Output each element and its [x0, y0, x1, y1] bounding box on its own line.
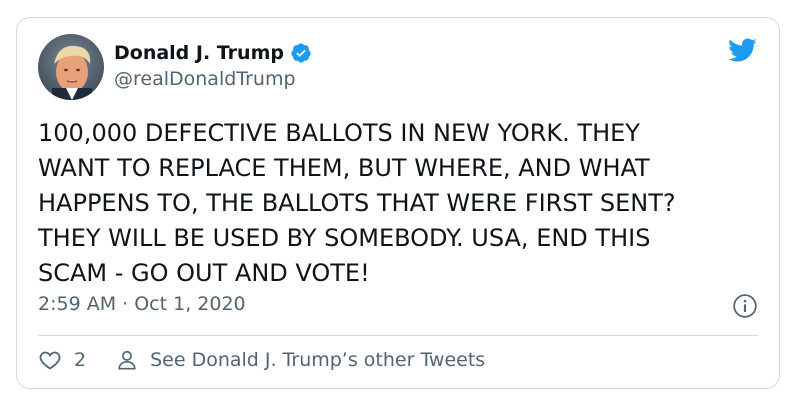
twitter-bird-icon[interactable] — [725, 35, 759, 65]
author-name-row[interactable]: Donald J. Trump — [114, 42, 312, 64]
author-display-name[interactable]: Donald J. Trump — [114, 42, 284, 64]
tweet-timestamp[interactable]: 2:59 AM · Oct 1, 2020 — [38, 293, 246, 315]
like-button[interactable]: 2 — [38, 348, 86, 372]
divider — [38, 335, 758, 336]
avatar-image — [38, 34, 104, 100]
heart-icon — [39, 351, 61, 370]
person-icon — [118, 350, 136, 370]
info-icon[interactable] — [732, 293, 758, 319]
tweet-actions: 2 See Donald J. Trump’s other Tweets — [38, 348, 485, 372]
author-handle[interactable]: @realDonaldTrump — [114, 68, 296, 90]
tweet-text: 100,000 DEFECTIVE BALLOTS IN NEW YORK. T… — [38, 119, 676, 287]
like-count: 2 — [74, 349, 87, 371]
author-avatar[interactable] — [38, 34, 104, 100]
verified-badge-icon — [291, 43, 311, 63]
see-other-tweets-label: See Donald J. Trump’s other Tweets — [150, 349, 486, 371]
tweet-card[interactable]: Donald J. Trump @realDonaldTrump 100,000… — [16, 17, 780, 389]
see-other-tweets-link[interactable]: See Donald J. Trump’s other Tweets — [116, 349, 485, 371]
